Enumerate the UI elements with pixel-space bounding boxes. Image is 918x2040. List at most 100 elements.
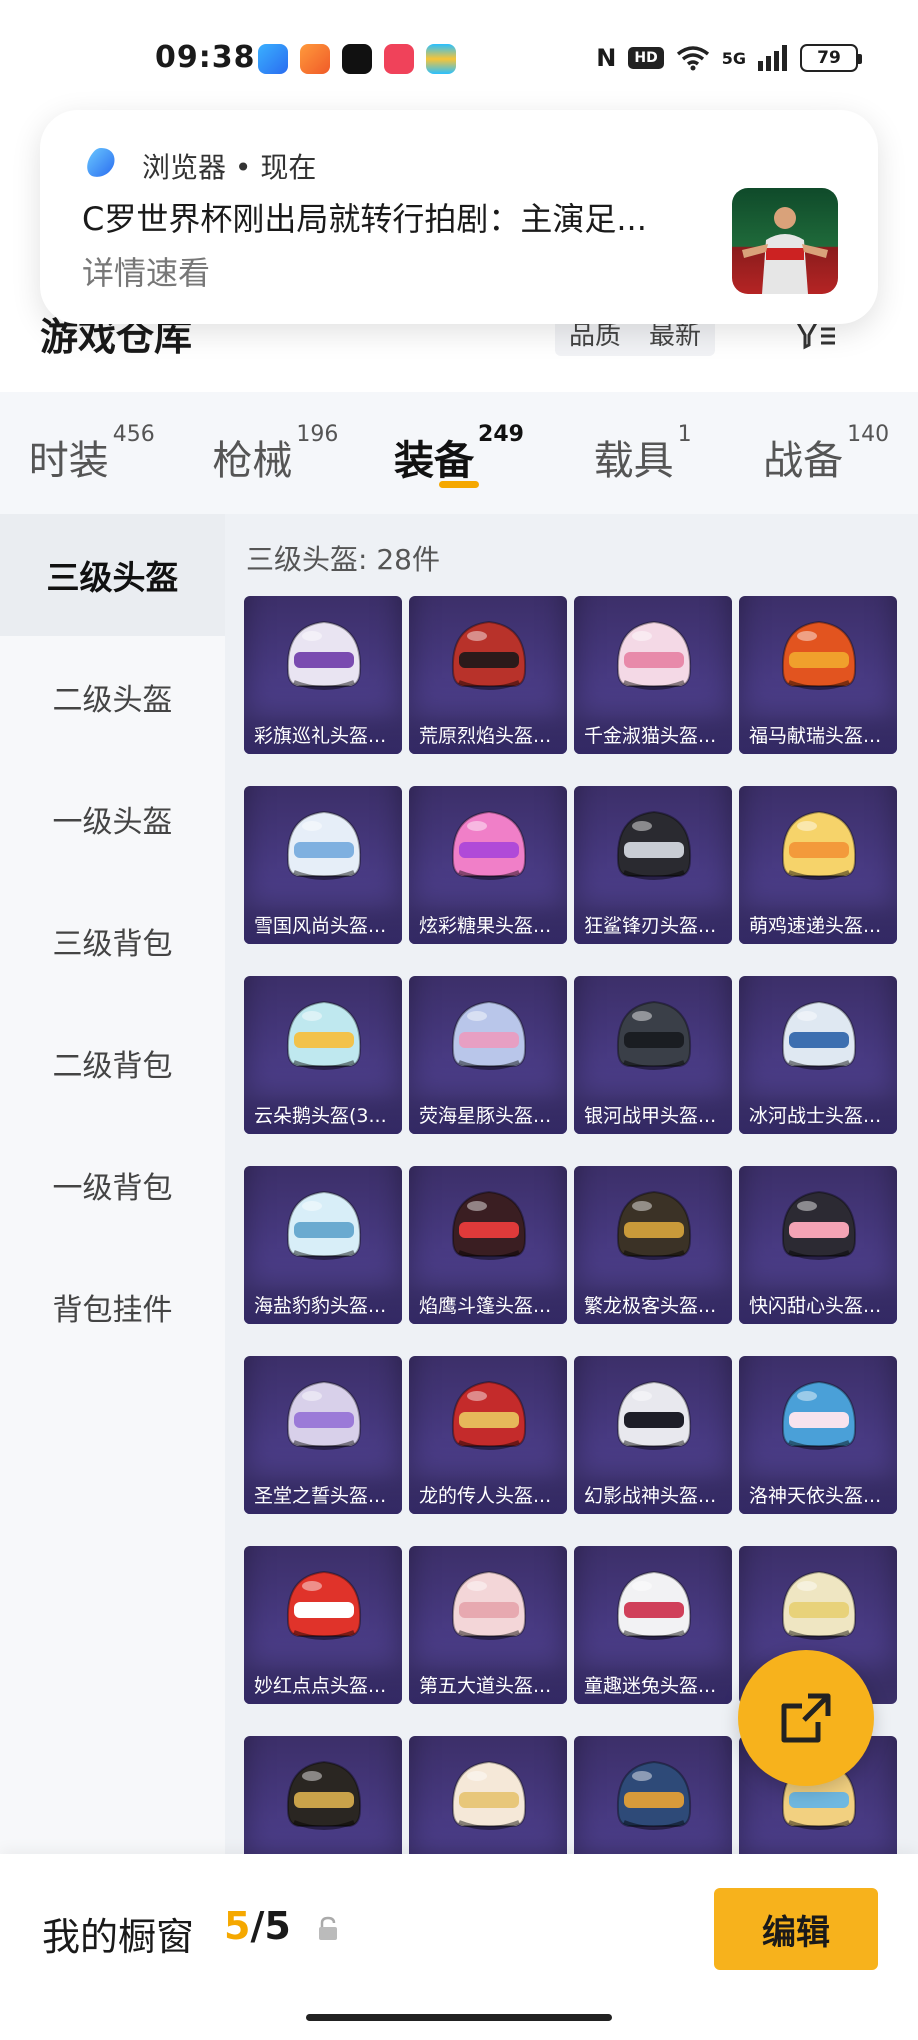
helmet-name: 第五大道头盔...	[409, 1664, 567, 1704]
push-notification[interactable]: 浏览器 • 现在 C罗世界杯刚出局就转行拍剧：主演足... 详情速看	[40, 110, 878, 324]
helmet-icon	[781, 1190, 857, 1260]
helmet-card[interactable]: 荒原烈焰头盔...	[409, 596, 567, 754]
tab-count: 1	[677, 422, 692, 447]
battery-level: 79	[817, 48, 841, 68]
sidebar-item-2[interactable]: 一级头盔	[0, 758, 225, 880]
tiktok-app-icon	[342, 44, 372, 74]
helmet-icon	[286, 1760, 362, 1830]
helmet-card[interactable]: 千金淑猫头盔...	[574, 596, 732, 754]
status-right: N HD 5G 79	[596, 44, 862, 72]
status-bar: 09:38 N HD 5G 79	[0, 0, 918, 110]
sidebar-item-1[interactable]: 二级头盔	[0, 636, 225, 758]
notification-subtitle: 详情速看	[82, 254, 211, 292]
helmet-card[interactable]: 圣堂之誓头盔...	[244, 1356, 402, 1514]
notification-source: 浏览器 • 现在	[142, 151, 317, 184]
helmet-name: 童趣迷兔头盔...	[574, 1664, 732, 1704]
helmet-card[interactable]: 福马献瑞头盔...	[739, 596, 897, 754]
bottom-bar: 我的橱窗 5/5 编辑	[0, 1854, 918, 2040]
browser-icon	[87, 148, 115, 177]
helmet-icon	[286, 620, 362, 690]
helmet-name: 圣堂之誓头盔...	[244, 1474, 402, 1514]
grid-title: 三级头盔: 28件	[246, 543, 440, 576]
tab-0[interactable]: 时装 456	[0, 392, 184, 514]
helmet-name: 幻影战神头盔...	[574, 1474, 732, 1514]
helmet-card[interactable]: 狂鲨锋刃头盔...	[574, 786, 732, 944]
app-screen: 09:38 N HD 5G 79 游戏仓库 品质 最新 浏览器 • 现在 C罗世…	[0, 0, 918, 2040]
showcase-count: 5/5	[224, 1904, 291, 1948]
helmet-card[interactable]: 焰鹰斗篷头盔...	[409, 1166, 567, 1324]
tab-3[interactable]: 载具 1	[551, 392, 735, 514]
helmet-icon	[781, 1570, 857, 1640]
helmet-card[interactable]: 彩旗巡礼头盔...	[244, 596, 402, 754]
helmet-card[interactable]: 冰河战士头盔...	[739, 976, 897, 1134]
helmet-card[interactable]: 第五大道头盔...	[409, 1546, 567, 1704]
game-app-icon	[300, 44, 330, 74]
helmet-icon	[451, 1190, 527, 1260]
helmet-icon	[781, 1380, 857, 1450]
tab-count: 140	[847, 422, 890, 447]
helmet-card[interactable]: 繁龙极客头盔...	[574, 1166, 732, 1324]
lock-icon	[319, 1916, 337, 1940]
helmet-card[interactable]: 海盐豹豹头盔...	[244, 1166, 402, 1324]
tab-label: 装备	[394, 438, 475, 484]
helmet-card[interactable]: 荧海星豚头盔...	[409, 976, 567, 1134]
tab-1[interactable]: 枪械 196	[184, 392, 368, 514]
helmet-card[interactable]: 萌鸡速递头盔...	[739, 786, 897, 944]
hd-icon: HD	[628, 47, 664, 69]
helmet-card[interactable]: 龙的传人头盔...	[409, 1356, 567, 1514]
helmet-card[interactable]: 银河战甲头盔...	[574, 976, 732, 1134]
helmet-name: 冰河战士头盔...	[739, 1094, 897, 1134]
helmet-card[interactable]: 雪国风尚头盔...	[244, 786, 402, 944]
tab-4[interactable]: 战备 140	[734, 392, 918, 514]
tab-label: 战备	[763, 438, 844, 484]
helmet-card[interactable]: 幻影战神头盔...	[574, 1356, 732, 1514]
sidebar-item-0[interactable]: 三级头盔	[0, 514, 225, 636]
helmet-icon	[616, 1760, 692, 1830]
tab-count: 249	[478, 422, 524, 447]
content-area: 三级头盔 二级头盔 一级头盔 三级背包 二级背包 一级背包 背包挂件 三级头盔: 28件 彩…	[0, 514, 918, 1894]
helmet-name: 快闪甜心头盔...	[739, 1284, 897, 1324]
helmet-card[interactable]: 炫彩糖果头盔...	[409, 786, 567, 944]
browser-app-icon	[258, 44, 288, 74]
sidebar-item-6[interactable]: 背包挂件	[0, 1246, 225, 1368]
sidebar-item-4[interactable]: 二级背包	[0, 1002, 225, 1124]
wifi-icon	[676, 46, 709, 71]
category-tabs: 时装 456 枪械 196 装备 249 载具 1 战备 140	[0, 392, 918, 514]
helmet-name: 海盐豹豹头盔...	[244, 1284, 402, 1324]
helmet-icon	[781, 620, 857, 690]
showcase-label: 我的橱窗	[42, 1915, 195, 1959]
helmet-name: 彩旗巡礼头盔...	[244, 714, 402, 754]
helmet-card[interactable]: 童趣迷兔头盔...	[574, 1546, 732, 1704]
helmet-name: 洛神天依头盔...	[739, 1474, 897, 1514]
sidebar-item-3[interactable]: 三级背包	[0, 880, 225, 1002]
signal-icon	[758, 45, 787, 71]
sidebar-item-5[interactable]: 一级背包	[0, 1124, 225, 1246]
helmet-card[interactable]: 云朵鹅头盔(3...	[244, 976, 402, 1134]
helmet-name: 龙的传人头盔...	[409, 1474, 567, 1514]
tab-count: 456	[112, 422, 155, 447]
helmet-icon	[286, 1570, 362, 1640]
helmet-name: 雪国风尚头盔...	[244, 904, 402, 944]
helmet-name: 福马献瑞头盔...	[739, 714, 897, 754]
helmet-icon	[286, 1190, 362, 1260]
edit-button[interactable]: 编辑	[714, 1888, 878, 1970]
helmet-icon	[451, 1380, 527, 1450]
helmet-icon	[451, 1570, 527, 1640]
home-indicator[interactable]	[306, 2014, 612, 2021]
helmet-icon	[286, 1000, 362, 1070]
active-tab-indicator	[438, 481, 479, 488]
tab-2[interactable]: 装备 249	[367, 392, 551, 514]
tab-count: 196	[296, 422, 339, 447]
helmet-card[interactable]: 快闪甜心头盔...	[739, 1166, 897, 1324]
helmet-name: 狂鲨锋刃头盔...	[574, 904, 732, 944]
helmet-card[interactable]: 妙红点点头盔...	[244, 1546, 402, 1704]
video-app-icon	[384, 44, 414, 74]
helmet-icon	[781, 1000, 857, 1070]
helmet-card[interactable]: 洛神天依头盔...	[739, 1356, 897, 1514]
helmet-name: 萌鸡速递头盔...	[739, 904, 897, 944]
sidebar: 三级头盔 二级头盔 一级头盔 三级背包 二级背包 一级背包 背包挂件	[0, 514, 225, 1854]
helmet-name: 焰鹰斗篷头盔...	[409, 1284, 567, 1324]
status-app-icons	[258, 44, 456, 74]
helmet-icon	[286, 1380, 362, 1450]
share-button[interactable]	[738, 1650, 874, 1786]
